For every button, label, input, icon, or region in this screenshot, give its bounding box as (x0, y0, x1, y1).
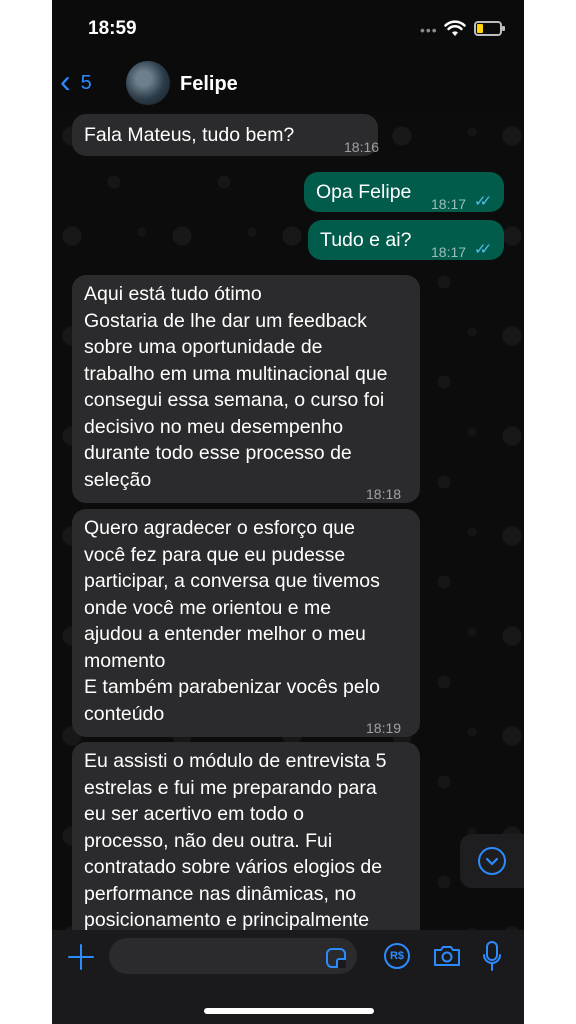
wifi-icon (444, 20, 466, 36)
message-bubble-incoming[interactable]: Aqui está tudo ótimo Gostaria de lhe dar… (72, 275, 420, 503)
avatar[interactable] (126, 61, 170, 105)
battery-level (477, 24, 483, 33)
contact-name[interactable]: Felipe (180, 73, 238, 96)
scroll-to-bottom-button[interactable] (460, 834, 524, 888)
read-receipt-icon: ✓✓ (474, 193, 492, 210)
message-bubble-outgoing[interactable]: Opa Felipe 18:17 ✓✓ (304, 172, 504, 212)
chevron-down-icon (478, 847, 506, 875)
message-time: 18:16 (344, 139, 380, 155)
chevron-left-icon: ‹ (60, 63, 71, 99)
message-bubble-outgoing[interactable]: Tudo e ai? 18:17 ✓✓ (308, 220, 504, 260)
message-bubble-incoming[interactable]: Eu assisti o módulo de entrevista 5 estr… (72, 742, 420, 942)
message-bubble-incoming[interactable]: Fala Mateus, tudo bem? 18:16 (72, 114, 379, 156)
phone-screen: 18:59 ••• ‹ 5 Felipe Fala Mateus, tudo b… (52, 0, 524, 1024)
sticker-icon[interactable] (326, 948, 346, 968)
chat-header: ‹ 5 Felipe (52, 56, 524, 112)
message-text: Quero agradecer o esforço que você fez p… (84, 517, 380, 725)
message-composer: R$ (52, 930, 524, 1024)
message-text: Fala Mateus, tudo bem? (84, 124, 295, 146)
message-text: Tudo e ai? (320, 229, 412, 251)
battery-icon (474, 21, 505, 36)
message-time: 18:17 (431, 196, 467, 212)
signal-dots: ••• (420, 22, 438, 38)
message-bubble-incoming[interactable]: Quero agradecer o esforço que você fez p… (72, 509, 420, 737)
message-input[interactable] (109, 938, 357, 974)
back-button[interactable]: ‹ 5 (60, 63, 108, 100)
camera-icon[interactable] (432, 944, 462, 968)
unread-count: 5 (80, 71, 92, 94)
status-time: 18:59 (88, 18, 137, 39)
home-indicator[interactable] (204, 1008, 374, 1014)
message-text: Eu assisti o módulo de entrevista 5 estr… (84, 750, 387, 931)
message-text: Aqui está tudo ótimo Gostaria de lhe dar… (84, 283, 388, 491)
message-time: 18:18 (366, 486, 402, 502)
payment-icon[interactable]: R$ (384, 943, 410, 969)
message-text: Opa Felipe (316, 181, 412, 203)
message-time: 18:17 (431, 244, 467, 260)
microphone-icon[interactable] (482, 941, 502, 973)
message-time: 18:19 (366, 720, 402, 736)
plus-icon[interactable] (66, 942, 96, 972)
read-receipt-icon: ✓✓ (474, 241, 492, 258)
